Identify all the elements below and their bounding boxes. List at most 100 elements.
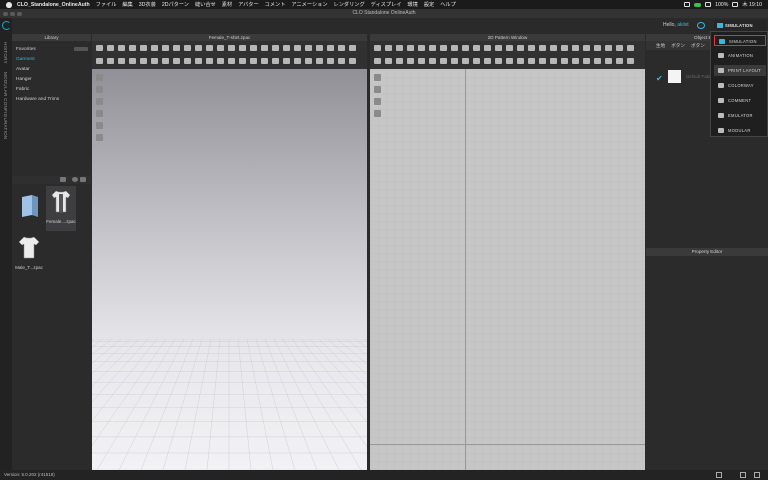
2d-tool-icon[interactable] [462,58,469,64]
3d-tool-icon[interactable] [228,58,235,64]
3d-tool-icon[interactable] [118,45,125,51]
2d-tool-icon[interactable] [473,58,480,64]
mode-option-simulation[interactable]: SIMULATION [714,35,766,46]
3d-tool-icon[interactable] [239,45,246,51]
3d-tool-icon[interactable] [151,45,158,51]
minimize-window-icon[interactable] [10,11,15,16]
mode-switch-button[interactable]: SIMULATION [714,20,766,31]
mode-option-emulator[interactable]: EMULATOR [714,110,766,121]
wifi-icon[interactable] [705,2,712,7]
3d-tool-icon[interactable] [283,58,290,64]
2d-tool-icon[interactable] [572,58,579,64]
3d-tool-icon[interactable] [305,58,312,64]
3d-tool-icon[interactable] [173,45,180,51]
mode-option-colorway[interactable]: COLORWAY [714,80,766,91]
3d-tool-icon[interactable] [206,45,213,51]
user-name[interactable]: akiist [677,22,688,28]
3d-tool-icon[interactable] [107,45,114,51]
app-menu[interactable]: CLO_Standalone_OnlineAuth [17,2,90,8]
3d-view-icon[interactable] [96,122,103,129]
3d-tool-icon[interactable] [140,45,147,51]
3d-tool-icon[interactable] [195,58,202,64]
3d-tool-icon[interactable] [272,58,279,64]
2d-tool-icon[interactable] [627,45,634,51]
view-icon[interactable] [80,177,86,182]
3d-tool-icon[interactable] [272,45,279,51]
2d-tool-icon[interactable] [429,58,436,64]
3d-tool-icon[interactable] [305,45,312,51]
menu-display[interactable]: ディスプレイ [371,1,402,8]
2d-tool-icon[interactable] [440,58,447,64]
library-item-garment[interactable]: Garment [16,55,91,65]
3d-tool-icon[interactable] [316,58,323,64]
3d-tool-icon[interactable] [283,45,290,51]
menu-sewing[interactable]: 縫い合せ [195,1,216,8]
3d-tool-icon[interactable] [217,58,224,64]
menu-environment[interactable]: 環境 [407,1,417,8]
3d-view-icon[interactable] [96,98,103,105]
3d-tool-icon[interactable] [239,58,246,64]
2d-viewport[interactable] [370,69,645,470]
2d-tool-icon[interactable] [407,45,414,51]
3d-tool-icon[interactable] [96,45,103,51]
3d-tool-icon[interactable] [338,45,345,51]
library-file-female[interactable]: Female....zpac [46,186,76,231]
library-item-hardware[interactable]: Hardware and Trims [16,95,91,105]
3d-tool-icon[interactable] [96,58,103,64]
2d-tool-icon[interactable] [451,45,458,51]
2d-tool-icon[interactable] [539,58,546,64]
3d-tool-icon[interactable] [118,58,125,64]
2d-tool-icon[interactable] [605,45,612,51]
2d-tool-icon[interactable] [517,58,524,64]
2d-tool-icon[interactable] [385,45,392,51]
2d-tool-icon[interactable] [495,45,502,51]
panel-icon[interactable] [754,472,760,478]
2d-tool-icon[interactable] [374,45,381,51]
menu-help[interactable]: ヘルプ [440,1,456,8]
2d-tool-icon[interactable] [517,45,524,51]
2d-tool-icon[interactable] [561,58,568,64]
2d-tool-icon[interactable] [429,45,436,51]
2d-view-icon[interactable] [374,86,381,93]
3d-tool-icon[interactable] [294,58,301,64]
2d-tool-icon[interactable] [561,45,568,51]
2d-tool-icon[interactable] [594,58,601,64]
2d-tool-icon[interactable] [583,58,590,64]
screen-icon[interactable] [684,2,691,7]
3d-tool-icon[interactable] [327,58,334,64]
layout-icon[interactable] [716,472,722,478]
3d-view-icon[interactable] [96,134,103,141]
tab-buttonhole[interactable]: ボタン [691,41,705,50]
3d-tool-icon[interactable] [250,58,257,64]
menu-2d-pattern[interactable]: 2Dパターン [162,1,189,8]
2d-view-icon[interactable] [374,74,381,81]
2d-tool-icon[interactable] [528,45,535,51]
3d-tool-icon[interactable] [294,45,301,51]
menu-materials[interactable]: 素材 [222,1,232,8]
2d-tool-icon[interactable] [605,58,612,64]
mode-option-animation[interactable]: ANIMATION [714,50,766,61]
clock[interactable]: 木 19:10 [742,1,762,8]
3d-tool-icon[interactable] [140,58,147,64]
3d-tool-icon[interactable] [173,58,180,64]
toggle-icon[interactable] [694,2,702,7]
3d-tool-icon[interactable] [184,45,191,51]
library-item-hanger[interactable]: Hanger [16,75,91,85]
2d-tool-icon[interactable] [374,58,381,64]
3d-view-icon[interactable] [96,110,103,117]
close-window-icon[interactable] [3,11,8,16]
3d-tool-icon[interactable] [129,45,136,51]
menu-3d-garment[interactable]: 3D衣装 [139,1,156,8]
3d-tool-icon[interactable] [195,45,202,51]
3d-tool-icon[interactable] [338,58,345,64]
2d-tool-icon[interactable] [418,45,425,51]
menu-avatar[interactable]: アバター [238,1,259,8]
apple-icon[interactable] [6,1,12,8]
mode-option-comment[interactable]: COMMENT [714,95,766,106]
search-icon[interactable] [60,177,66,182]
3d-tool-icon[interactable] [184,58,191,64]
2d-tool-icon[interactable] [506,45,513,51]
library-file-folder[interactable] [15,191,45,231]
library-nav-icon[interactable] [74,47,88,51]
2d-tool-icon[interactable] [440,45,447,51]
